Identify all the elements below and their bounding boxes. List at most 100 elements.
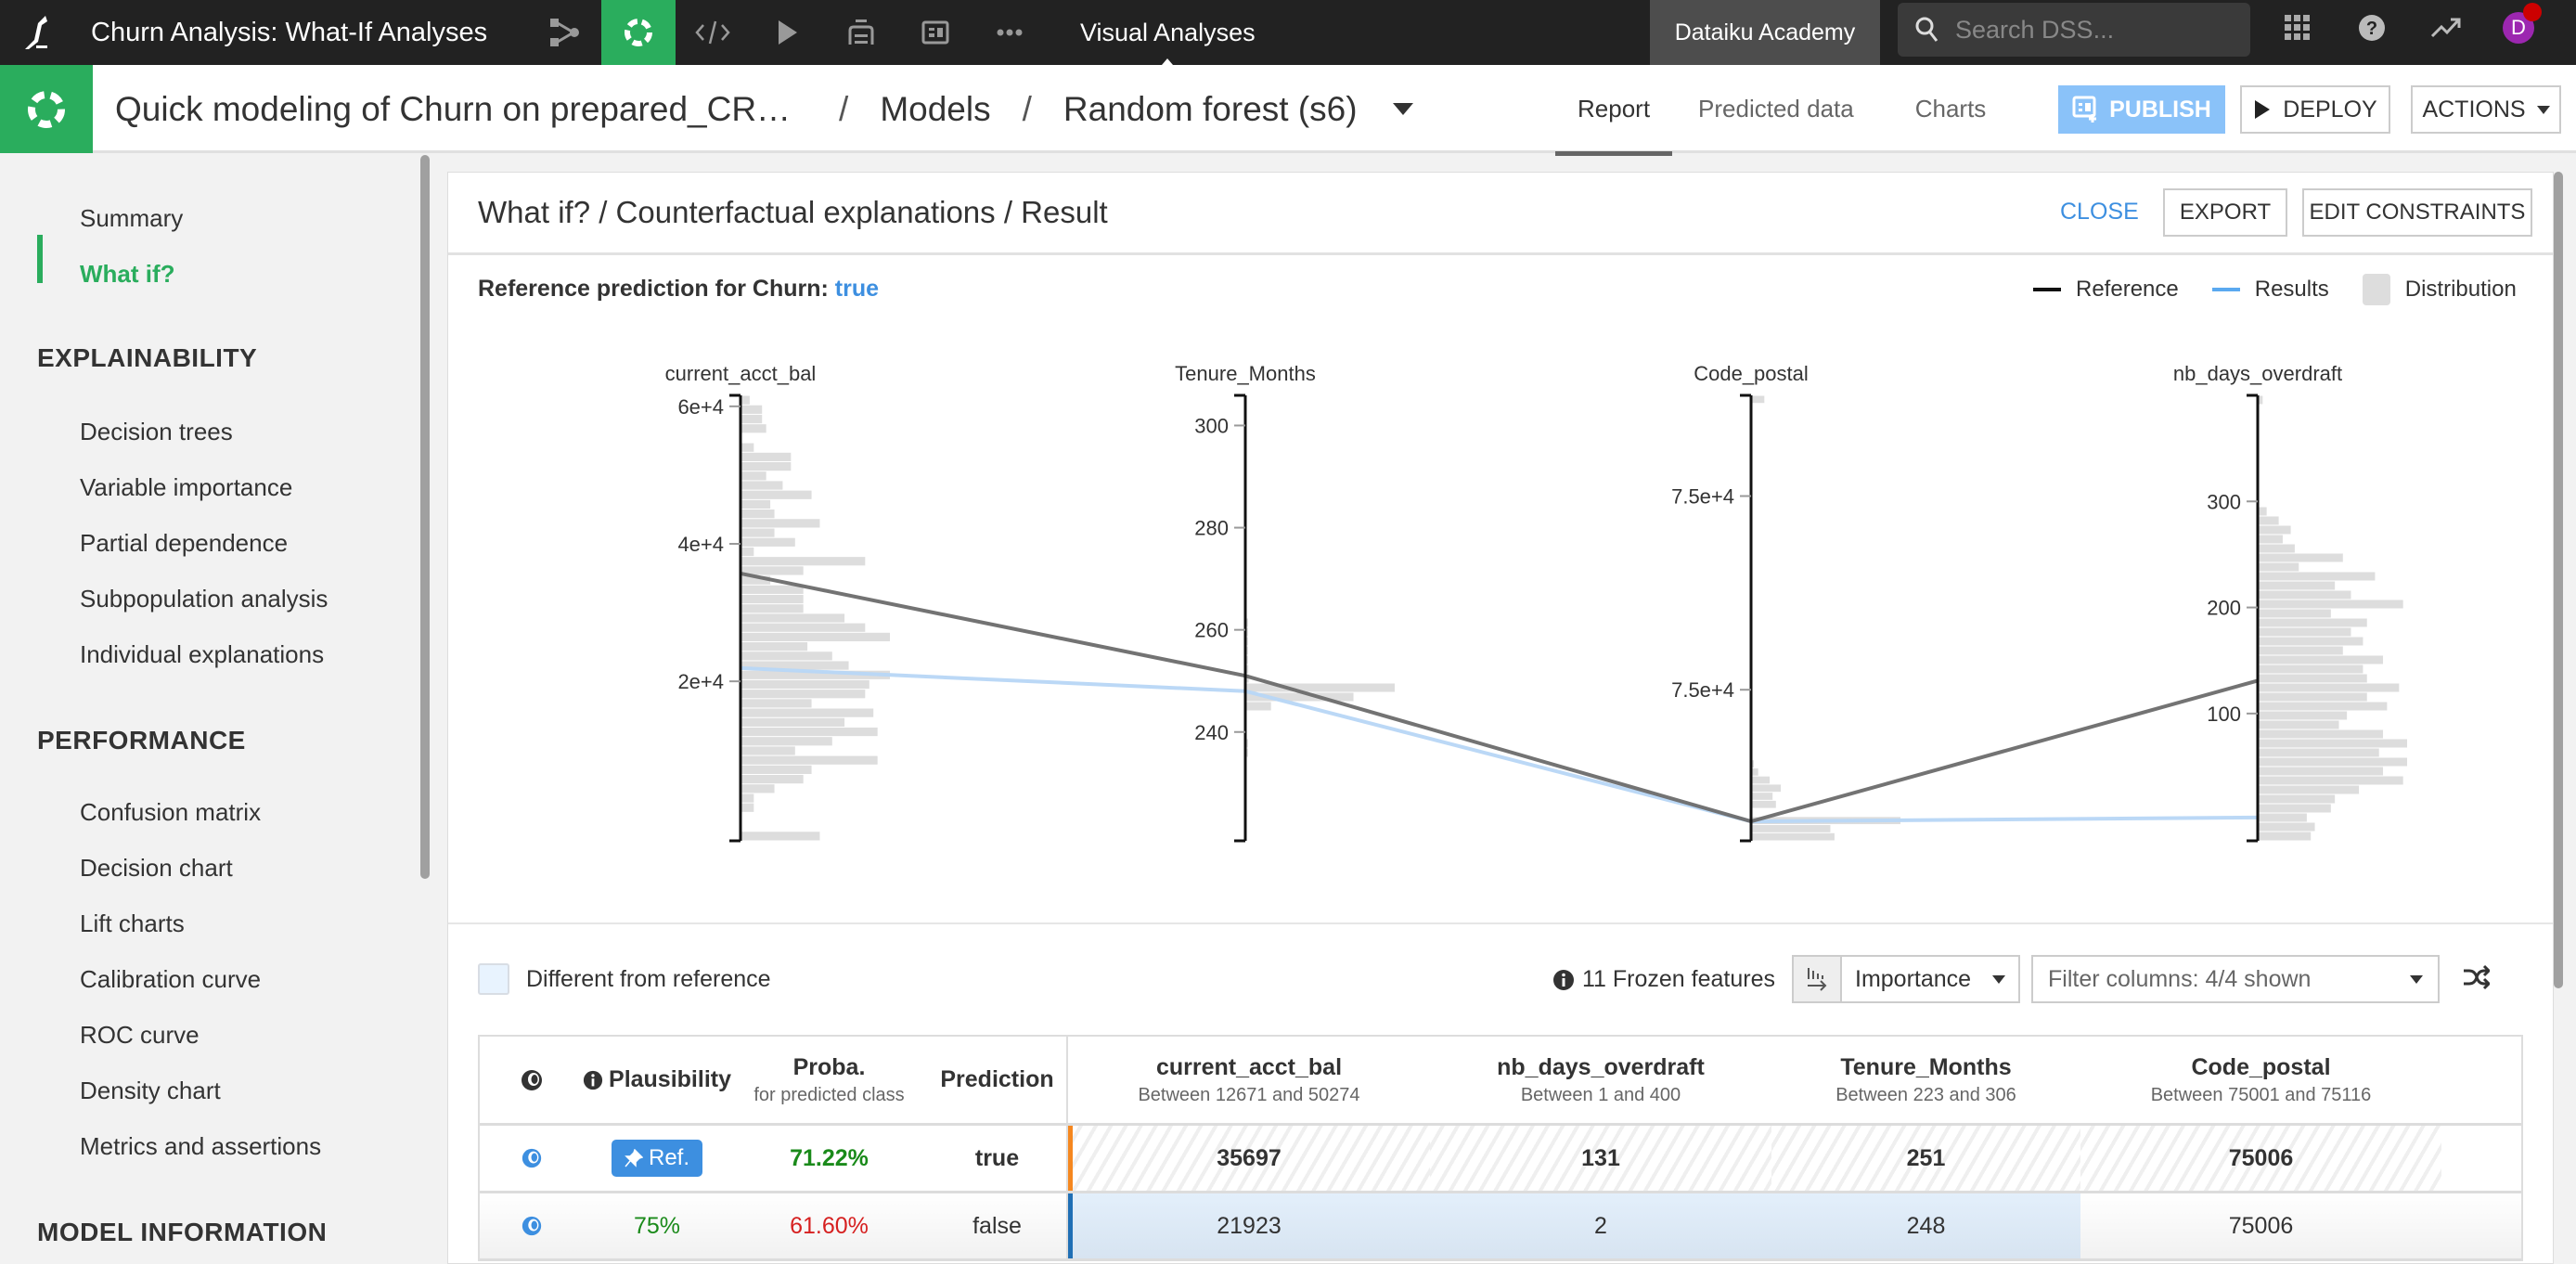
sidebar-item-summary[interactable]: Summary (80, 204, 183, 233)
close-button[interactable]: CLOSE (2060, 199, 2139, 226)
sort-select-group[interactable]: Importance (1792, 955, 2020, 1003)
sidebar-scrollbar[interactable] (420, 155, 430, 879)
legend-reference-label: Reference (2076, 277, 2179, 302)
different-from-reference-label[interactable]: Different from reference (526, 966, 771, 993)
different-from-reference-checkbox[interactable] (478, 963, 509, 995)
search-input[interactable] (1955, 15, 2234, 45)
flow-icon[interactable] (527, 0, 601, 65)
apps-grid-icon[interactable] (2270, 0, 2325, 56)
row-visibility-toggle[interactable] (480, 1126, 584, 1191)
publish-button[interactable]: PUBLISH (2058, 85, 2225, 134)
model-header-bar: Quick modeling of Churn on prepared_CR… … (0, 65, 2576, 156)
sidebar-section-explainability: EXPLAINABILITY (37, 343, 258, 372)
project-title[interactable]: Churn Analysis: What-If Analyses (91, 18, 527, 48)
sort-by-select[interactable]: Importance (1842, 957, 2018, 1001)
sidebar-item-variable-importance[interactable]: Variable importance (80, 473, 292, 502)
breadcrumb-model[interactable]: Random forest (s6) (1063, 90, 1358, 129)
more-icon[interactable] (972, 0, 1047, 65)
histogram-bar (2259, 535, 2283, 544)
histogram-bar (2259, 822, 2315, 832)
histogram-bar (1752, 395, 1765, 404)
activity-icon[interactable] (2418, 0, 2474, 56)
deploy-button[interactable]: DEPLOY (2240, 85, 2390, 134)
sidebar-item-density-chart[interactable]: Density chart (80, 1077, 221, 1105)
header-proba[interactable]: Proba. for predicted class (730, 1037, 928, 1123)
visual-analyses-menu[interactable]: Visual Analyses (1080, 0, 1256, 65)
sidebar-item-partial-dependence[interactable]: Partial dependence (80, 529, 288, 558)
table-row-reference[interactable]: Ref. 71.22% true 35697 131 251 75006 (480, 1126, 2521, 1193)
breadcrumb-models[interactable]: Models (880, 90, 990, 129)
edit-constraints-button[interactable]: EDIT CONSTRAINTS (2302, 188, 2532, 237)
report-tabs: Report Predicted data Charts (1555, 65, 2009, 156)
filter-columns-value: Filter columns: 4/4 shown (2048, 965, 2312, 992)
sidebar-item-decision-chart[interactable]: Decision chart (80, 854, 233, 883)
model-dropdown-icon[interactable] (1392, 103, 1413, 115)
header-current-acct-bal[interactable]: current_acct_bal Between 12671 and 50274 (1068, 1037, 1430, 1123)
axis-title: nb_days_overdraft (2173, 362, 2342, 385)
histogram-bar (2259, 832, 2312, 841)
tab-report[interactable]: Report (1555, 65, 1673, 156)
row-visibility-toggle[interactable] (480, 1193, 584, 1258)
help-icon[interactable]: ? (2344, 0, 2400, 56)
lab-icon[interactable] (601, 0, 676, 65)
table-row-result[interactable]: 75% 61.60% false 21923 2 248 75006 (480, 1193, 2521, 1261)
histogram-bar (1246, 683, 1395, 692)
dataiku-bird-logo-icon[interactable] (0, 0, 74, 65)
histogram-bar (1246, 702, 1271, 711)
sidebar-item-roc-curve[interactable]: ROC curve (80, 1021, 200, 1050)
info-icon (583, 1070, 603, 1090)
tab-predicted-data[interactable]: Predicted data (1672, 65, 1876, 153)
run-icon[interactable] (750, 0, 824, 65)
proba-cell: 71.22% (790, 1144, 869, 1171)
sort-icon[interactable] (1794, 957, 1842, 1001)
user-avatar-button[interactable]: D (2491, 0, 2546, 56)
header-visibility[interactable] (480, 1037, 584, 1123)
sidebar-item-metrics-and-assertions[interactable]: Metrics and assertions (80, 1132, 321, 1161)
histogram-bar (741, 585, 804, 594)
tab-charts[interactable]: Charts (1876, 65, 2009, 153)
export-button[interactable]: EXPORT (2163, 188, 2287, 237)
header-nb-days-overdraft[interactable]: nb_days_overdraft Between 1 and 400 (1430, 1037, 1771, 1123)
plausibility-cell: Ref. (584, 1126, 730, 1191)
sidebar-item-decision-trees[interactable]: Decision trees (80, 418, 233, 446)
histogram-bar (741, 547, 754, 557)
header-prediction[interactable]: Prediction (928, 1037, 1068, 1123)
reference-badge[interactable]: Ref. (611, 1140, 702, 1177)
stack-icon[interactable] (824, 0, 898, 65)
histogram-bar (741, 737, 832, 746)
search-box[interactable] (1898, 3, 2250, 57)
sidebar-item-calibration-curve[interactable]: Calibration curve (80, 965, 261, 994)
chart-legend: Reference Results Distribution (2033, 274, 2517, 305)
legend-distribution-swatch (2362, 274, 2390, 305)
sort-by-value: Importance (1855, 965, 1972, 992)
histogram-bar (741, 490, 812, 499)
header-tenure-months[interactable]: Tenure_Months Between 223 and 306 (1771, 1037, 2080, 1123)
frozen-features-info[interactable]: 11 Frozen features (1552, 966, 1775, 993)
histogram-bar (2259, 590, 2351, 600)
sidebar-item-confusion-matrix[interactable]: Confusion matrix (80, 798, 261, 827)
header-plausibility[interactable]: Plausibility (583, 1037, 731, 1123)
shuffle-icon[interactable] (2462, 963, 2492, 996)
column-label: Code_postal (2191, 1053, 2331, 1080)
histogram-bar (1752, 784, 1782, 793)
main-scrollbar[interactable] (2554, 172, 2563, 988)
dashboard-icon[interactable] (898, 0, 972, 65)
breadcrumb-analysis[interactable]: Quick modeling of Churn on prepared_CR… (115, 90, 791, 129)
dataiku-academy-link[interactable]: Dataiku Academy (1650, 0, 1880, 65)
cell-code-postal: 75006 (2228, 1212, 2294, 1239)
header-code-postal[interactable]: Code_postal Between 75001 and 75116 (2080, 1037, 2441, 1123)
histogram-bar (741, 528, 775, 537)
actions-button[interactable]: ACTIONS (2411, 85, 2561, 134)
histogram-bar (2259, 767, 2384, 776)
filter-columns-select[interactable]: Filter columns: 4/4 shown (2031, 955, 2440, 1003)
row-color-marker (1068, 1126, 1073, 1191)
avatar-initial: D (2511, 16, 2526, 39)
histogram-bar (2259, 683, 2400, 692)
sidebar-item-individual-explanations[interactable]: Individual explanations (80, 640, 324, 669)
code-icon[interactable] (676, 0, 750, 65)
histogram-bar (2259, 525, 2291, 535)
sidebar-item-what-if[interactable]: What if? (80, 260, 175, 289)
sidebar-item-lift-charts[interactable]: Lift charts (80, 909, 185, 938)
histogram-bar (741, 746, 795, 755)
sidebar-item-subpopulation-analysis[interactable]: Subpopulation analysis (80, 585, 328, 613)
